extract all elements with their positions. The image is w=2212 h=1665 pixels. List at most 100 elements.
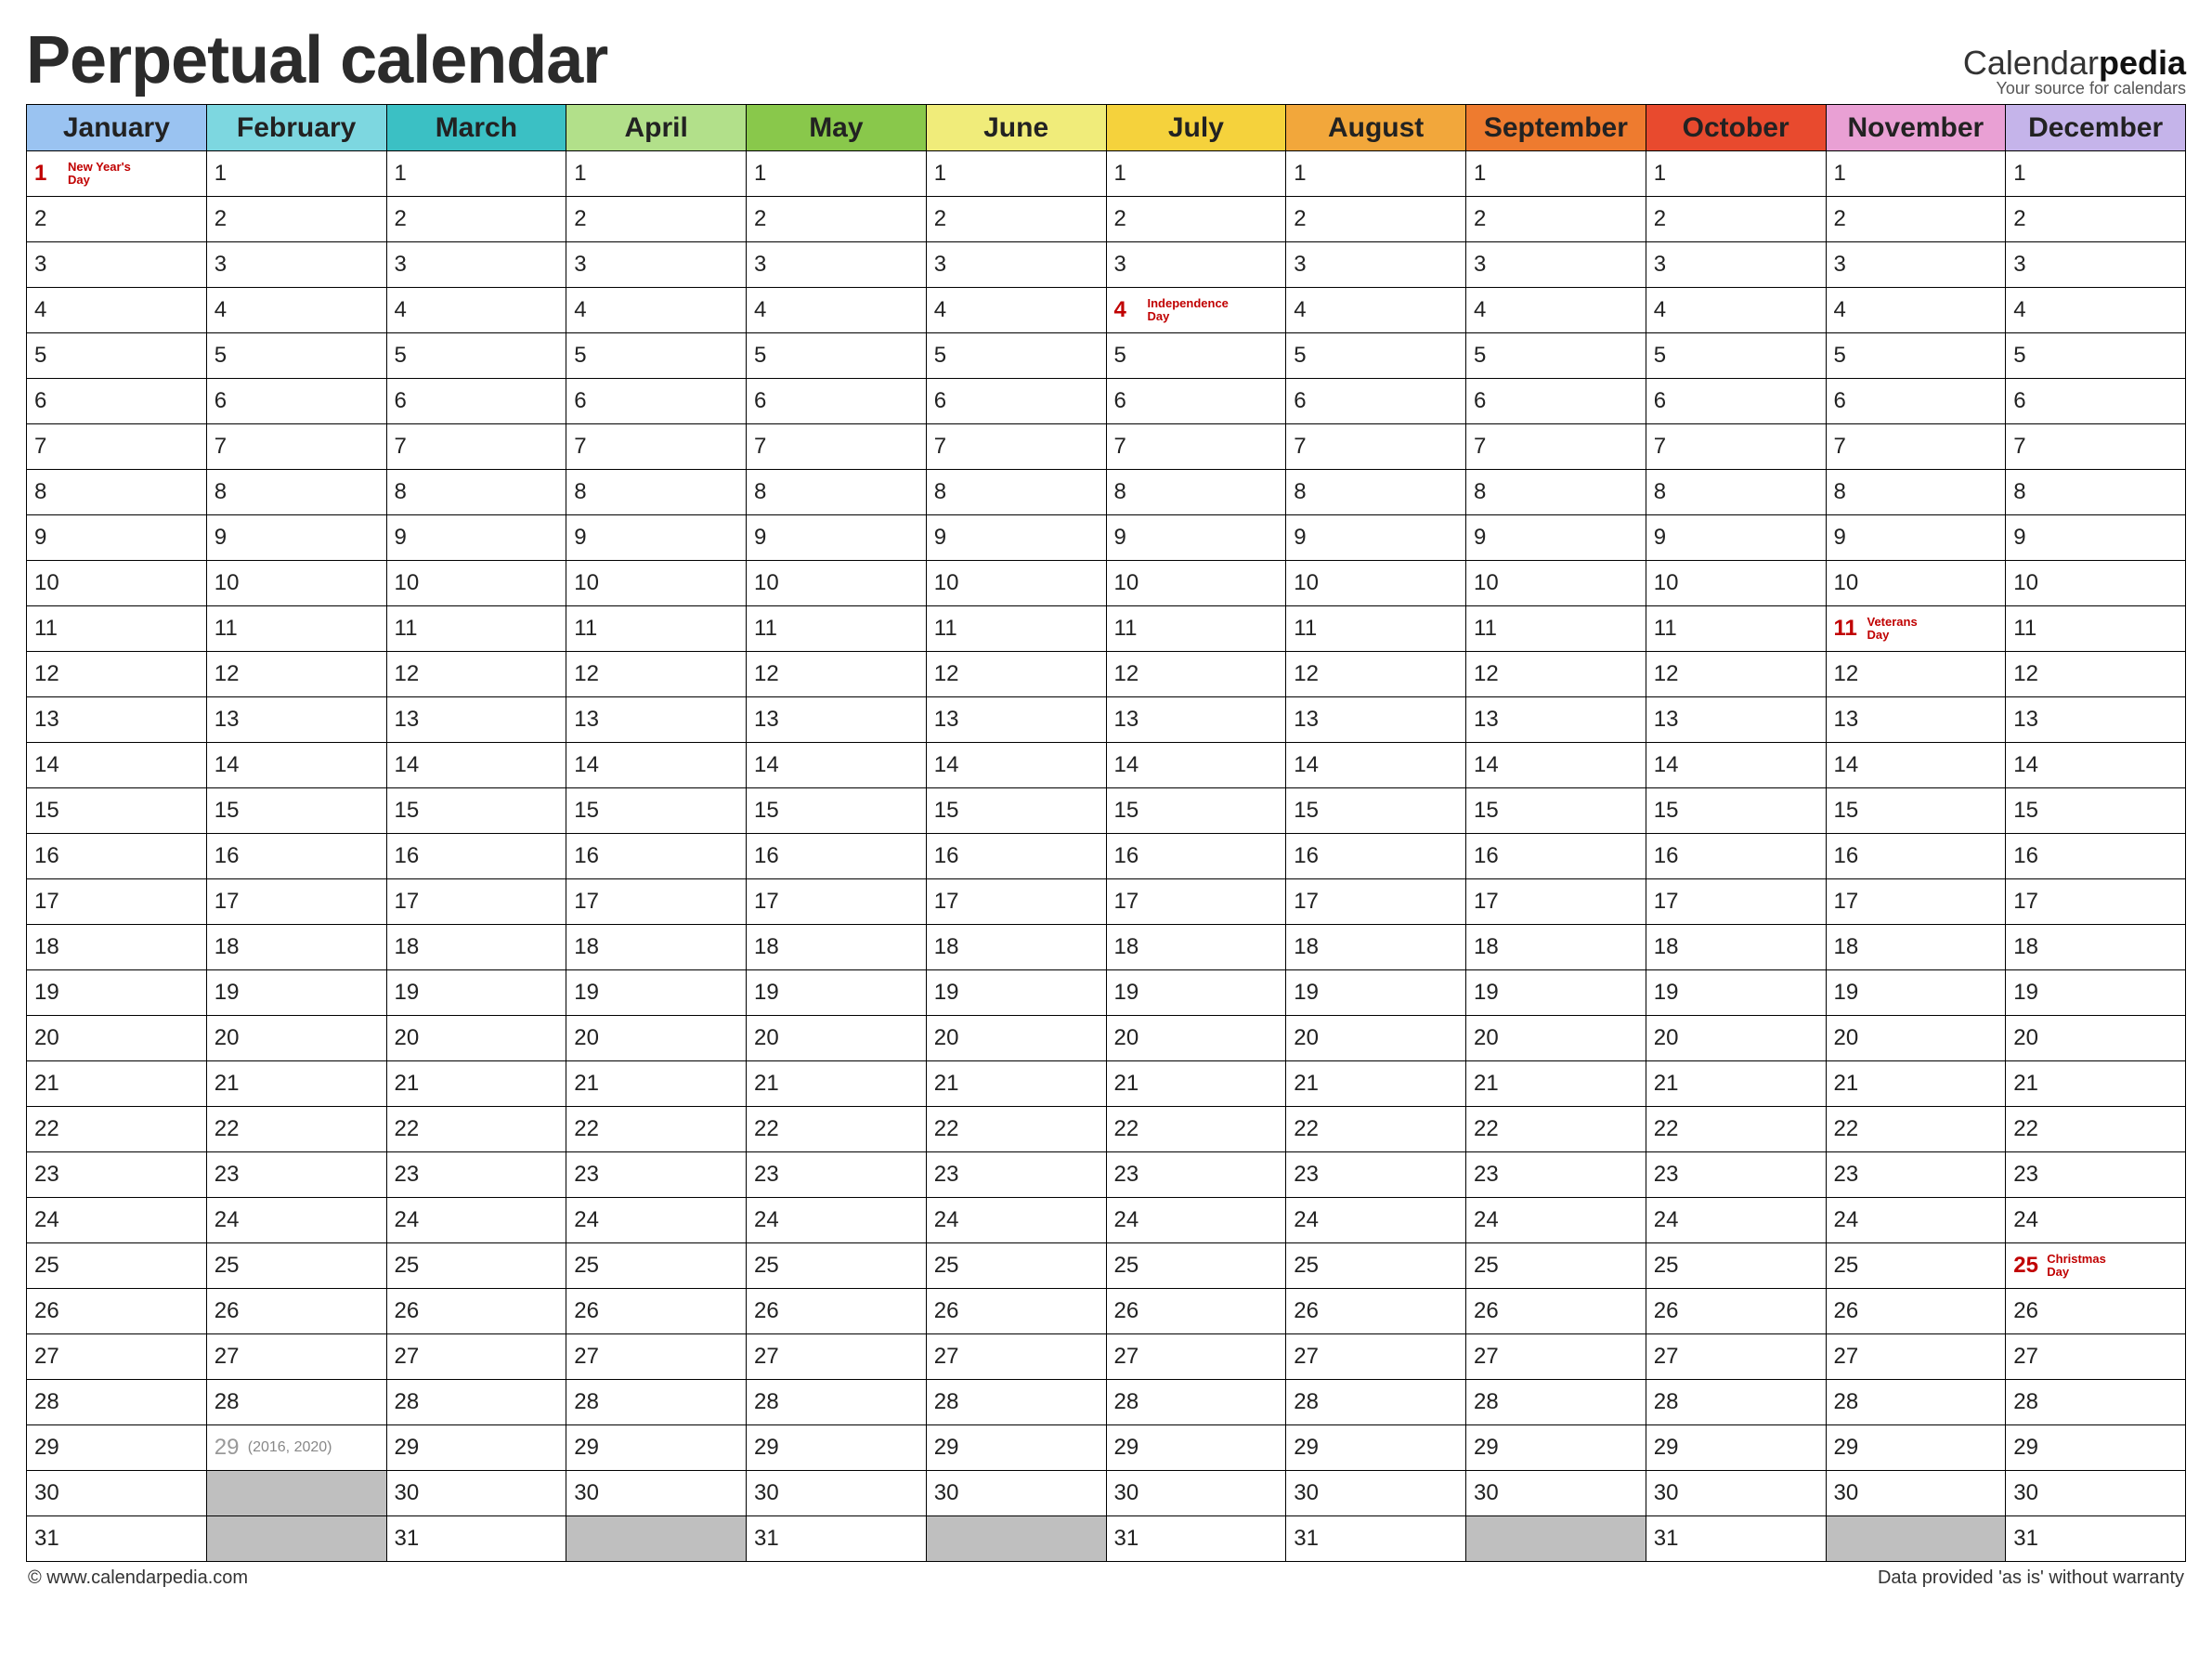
day-cell: 13 — [926, 697, 1106, 743]
day-cell: 26 — [1466, 1289, 1646, 1334]
day-number: 19 — [1114, 980, 1142, 1006]
day-number: 2 — [395, 206, 423, 232]
day-cell: 10 — [1466, 561, 1646, 606]
day-number: 16 — [1474, 843, 1502, 869]
day-cell: 26 — [1826, 1289, 2006, 1334]
day-row: 121212121212121212121212 — [27, 652, 2186, 697]
day-cell: 12 — [2006, 652, 2186, 697]
day-cell: 19 — [1646, 970, 1826, 1016]
day-number: 5 — [1654, 343, 1682, 369]
day-cell: 16 — [2006, 834, 2186, 879]
day-number: 16 — [1114, 843, 1142, 869]
day-number: 10 — [1834, 570, 1862, 596]
day-cell: 4 — [747, 288, 927, 333]
day-number: 28 — [754, 1389, 782, 1415]
day-number: 27 — [1654, 1344, 1682, 1370]
day-cell: 17 — [747, 879, 927, 925]
day-cell: 1 — [1826, 151, 2006, 197]
day-cell: 14 — [566, 743, 747, 788]
day-number: 30 — [1474, 1480, 1502, 1506]
day-row: 3030303030303030303030 — [27, 1471, 2186, 1516]
day-number: 4 — [1294, 297, 1321, 323]
day-number: 27 — [1834, 1344, 1862, 1370]
day-cell: 17 — [1106, 879, 1286, 925]
day-number: 3 — [754, 252, 782, 278]
day-cell: 12 — [386, 652, 566, 697]
day-number: 17 — [34, 889, 62, 915]
day-number: 16 — [754, 843, 782, 869]
day-number: 22 — [395, 1116, 423, 1142]
day-number: 7 — [1474, 434, 1502, 460]
day-cell: 22 — [1826, 1107, 2006, 1152]
day-number: 8 — [1114, 479, 1142, 505]
day-cell: 30 — [926, 1471, 1106, 1516]
day-number: 16 — [934, 843, 962, 869]
day-number: 30 — [574, 1480, 602, 1506]
month-header: May — [747, 105, 927, 151]
day-number: 26 — [754, 1298, 782, 1324]
day-number: 22 — [1834, 1116, 1862, 1142]
day-number: 25 — [395, 1253, 423, 1279]
day-number: 16 — [2013, 843, 2041, 869]
day-cell: 28 — [566, 1380, 747, 1425]
day-cell: 31 — [1286, 1516, 1466, 1562]
day-cell: 2 — [206, 197, 386, 242]
day-number: 9 — [1654, 525, 1682, 551]
day-number: 14 — [2013, 752, 2041, 778]
day-number: 20 — [1294, 1025, 1321, 1051]
day-number: 8 — [754, 479, 782, 505]
day-number: 14 — [215, 752, 242, 778]
day-number: 19 — [2013, 980, 2041, 1006]
day-cell: 14 — [206, 743, 386, 788]
day-cell: 15 — [1646, 788, 1826, 834]
day-row: 101010101010101010101010 — [27, 561, 2186, 606]
day-number: 17 — [934, 889, 962, 915]
day-number: 14 — [754, 752, 782, 778]
day-number: 26 — [1114, 1298, 1142, 1324]
day-number: 24 — [754, 1207, 782, 1233]
day-cell: 14 — [1826, 743, 2006, 788]
day-number: 29 — [215, 1435, 242, 1461]
day-number: 4 — [1474, 297, 1502, 323]
day-cell: 14 — [2006, 743, 2186, 788]
day-cell: 6 — [1826, 379, 2006, 424]
day-cell: 11 — [1106, 606, 1286, 652]
day-cell: 17 — [2006, 879, 2186, 925]
day-cell: 28 — [1646, 1380, 1826, 1425]
day-cell: 8 — [2006, 470, 2186, 515]
day-number: 7 — [1114, 434, 1142, 460]
day-cell: 16 — [1646, 834, 1826, 879]
day-cell: 16 — [747, 834, 927, 879]
day-cell: 3 — [386, 242, 566, 288]
day-cell: 7 — [926, 424, 1106, 470]
day-cell: 20 — [1106, 1016, 1286, 1061]
day-number: 14 — [1294, 752, 1321, 778]
day-number: 6 — [1834, 388, 1862, 414]
brand-suffix: pedia — [2099, 44, 2186, 82]
day-cell: 7 — [1286, 424, 1466, 470]
day-number: 12 — [2013, 661, 2041, 687]
day-cell: 7 — [1466, 424, 1646, 470]
day-cell: 16 — [566, 834, 747, 879]
day-number: 22 — [574, 1116, 602, 1142]
day-cell: 2 — [1286, 197, 1466, 242]
day-number: 21 — [34, 1071, 62, 1097]
day-number: 6 — [1654, 388, 1682, 414]
day-number: 1 — [215, 161, 242, 187]
day-number: 18 — [1474, 934, 1502, 960]
day-cell: 30 — [1826, 1471, 2006, 1516]
day-number: 30 — [1294, 1480, 1321, 1506]
day-number: 28 — [574, 1389, 602, 1415]
day-number: 17 — [754, 889, 782, 915]
day-number: 9 — [934, 525, 962, 551]
day-cell: 25 — [1646, 1243, 1826, 1289]
day-cell: 4 — [27, 288, 207, 333]
day-cell: 7 — [1826, 424, 2006, 470]
day-number: 2 — [1834, 206, 1862, 232]
day-number: 23 — [1834, 1162, 1862, 1188]
day-cell: 27 — [386, 1334, 566, 1380]
day-cell: 2 — [1646, 197, 1826, 242]
day-cell: 5 — [1646, 333, 1826, 379]
day-number: 13 — [395, 707, 423, 733]
day-row: 191919191919191919191919 — [27, 970, 2186, 1016]
